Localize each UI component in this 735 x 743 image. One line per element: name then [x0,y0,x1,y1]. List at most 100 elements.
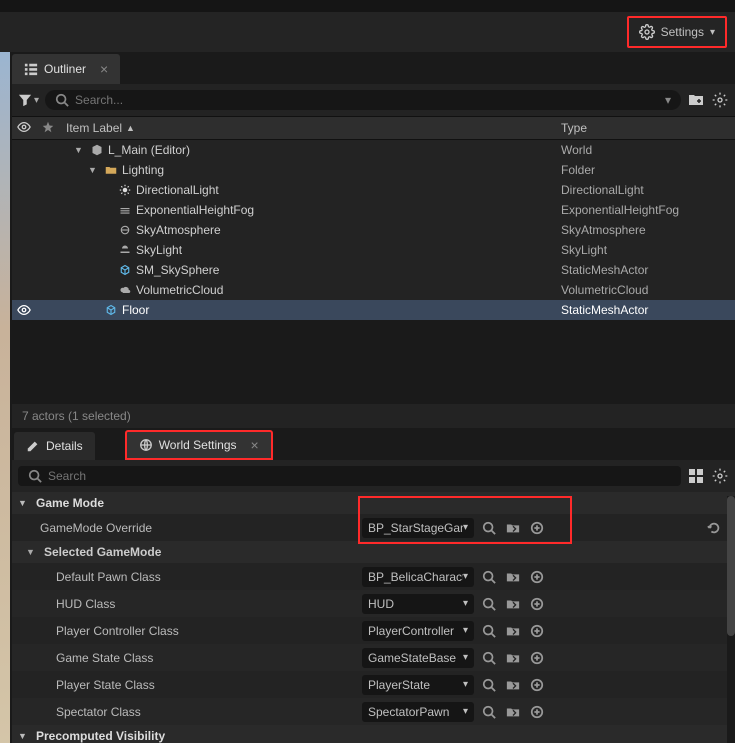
tree-row[interactable]: FloorStaticMeshActor [12,300,735,320]
outliner-tree: ▼L_Main (Editor)World▼LightingFolderDire… [12,140,735,320]
new-asset-button[interactable] [528,649,546,667]
eye-icon [17,120,31,134]
use-selected-button[interactable] [504,622,522,640]
skylight-icon [118,243,132,257]
plus-circle-icon [530,705,544,719]
category-game-mode[interactable]: ▼ Game Mode [12,492,735,514]
tree-row[interactable]: SkyLightSkyLight [12,240,735,260]
tab-world-settings[interactable]: World Settings × [125,430,273,460]
mesh-icon [104,303,118,317]
details-body: ▼ Game Mode GameMode Override BP_StarSta… [12,492,735,743]
folder-arrow-icon [506,705,520,719]
details-scrollbar[interactable] [727,496,735,743]
pencil-icon [26,439,40,453]
browse-icon [482,597,496,611]
prop-spectator-label: Spectator Class [18,705,348,719]
folder-icon [104,163,118,177]
header-item-label[interactable]: Item Label ▲ [60,121,555,135]
expander-icon[interactable]: ▼ [74,145,86,155]
outliner-settings-button[interactable] [711,91,729,109]
tab-details[interactable]: Details [14,432,95,460]
tree-row[interactable]: ▼LightingFolder [12,160,735,180]
tab-outliner[interactable]: Outliner × [12,54,120,84]
prop-default_pawn-dropdown[interactable]: BP_BelicaCharact▾ [362,567,474,587]
chevron-down-icon: ▾ [463,571,468,582]
browse-button[interactable] [480,568,498,586]
chevron-down-icon: ▾ [710,27,715,38]
tree-row[interactable]: ▼L_Main (Editor)World [12,140,735,160]
browse-button[interactable] [480,595,498,613]
tree-row[interactable]: DirectionalLightDirectionalLight [12,180,735,200]
tree-row[interactable]: VolumetricCloudVolumetricCloud [12,280,735,300]
category-precomputed-visibility[interactable]: ▼ Precomputed Visibility [12,725,735,743]
folder-arrow-icon [506,521,520,535]
settings-button[interactable]: Settings ▾ [627,16,727,48]
use-selected-button[interactable] [504,519,522,537]
prop-hud-dropdown[interactable]: HUD▾ [362,594,474,614]
header-pin[interactable] [36,121,60,136]
sort-asc-icon: ▲ [126,123,135,133]
browse-icon [482,521,496,535]
use-selected-button[interactable] [504,676,522,694]
tree-row[interactable]: SM_SkySphereStaticMeshActor [12,260,735,280]
filter-button[interactable]: ▾ [18,93,39,107]
tree-row-type: DirectionalLight [555,183,735,197]
header-visibility[interactable] [12,120,36,137]
prop-spectator-dropdown[interactable]: SpectatorPawn▾ [362,702,474,722]
category-selected-gamemode[interactable]: ▼ Selected GameMode [12,541,735,563]
new-asset-button[interactable] [528,568,546,586]
plus-circle-icon [530,624,544,638]
outliner-search-input[interactable] [75,93,659,107]
browse-button[interactable] [480,622,498,640]
eye-icon[interactable] [17,303,31,317]
plus-circle-icon [530,521,544,535]
expander-icon: ▼ [18,498,30,508]
scrollbar-thumb[interactable] [727,496,735,636]
property-matrix-button[interactable] [687,467,705,485]
settings-label: Settings [661,25,704,39]
new-asset-button[interactable] [528,519,546,537]
expander-icon[interactable]: ▼ [88,165,100,175]
tree-row[interactable]: SkyAtmosphereSkyAtmosphere [12,220,735,240]
prop-player_state-dropdown[interactable]: PlayerState▾ [362,675,474,695]
browse-button[interactable] [480,676,498,694]
tree-row-type: Folder [555,163,735,177]
use-selected-button[interactable] [504,595,522,613]
plus-circle-icon [530,570,544,584]
chevron-down-icon: ▾ [463,522,468,533]
atmo-icon [118,223,132,237]
new-asset-button[interactable] [528,622,546,640]
browse-button[interactable] [480,649,498,667]
prop-gamemode-override-dropdown[interactable]: BP_StarStageGam ▾ [362,518,474,538]
prop-player_controller-label: Player Controller Class [18,624,348,638]
use-selected-button[interactable] [504,568,522,586]
browse-icon [482,624,496,638]
prop-game_state-dropdown[interactable]: GameStateBase▾ [362,648,474,668]
browse-button[interactable] [480,703,498,721]
prop-gamemode-override-label: GameMode Override [18,521,348,535]
use-selected-button[interactable] [504,649,522,667]
gear-icon [712,468,728,484]
prop-game_state-label: Game State Class [18,651,348,665]
prop-player_controller-dropdown[interactable]: PlayerController▾ [362,621,474,641]
prop-default_pawn-label: Default Pawn Class [18,570,348,584]
reset-button[interactable] [705,519,723,537]
chevron-down-icon[interactable]: ▾ [665,93,671,107]
expander-icon: ▼ [18,731,30,741]
tab-world-close[interactable]: × [251,437,259,453]
details-search-input[interactable] [48,469,671,483]
reset-icon [707,521,721,535]
new-folder-button[interactable] [687,91,705,109]
new-asset-button[interactable] [528,703,546,721]
tree-row-type: ExponentialHeightFog [555,203,735,217]
folder-arrow-icon [506,678,520,692]
folder-arrow-icon [506,651,520,665]
details-settings-button[interactable] [711,467,729,485]
browse-button[interactable] [480,519,498,537]
new-asset-button[interactable] [528,676,546,694]
new-asset-button[interactable] [528,595,546,613]
tab-outliner-close[interactable]: × [100,61,108,77]
use-selected-button[interactable] [504,703,522,721]
tree-row[interactable]: ExponentialHeightFogExponentialHeightFog [12,200,735,220]
header-type[interactable]: Type [555,121,735,135]
